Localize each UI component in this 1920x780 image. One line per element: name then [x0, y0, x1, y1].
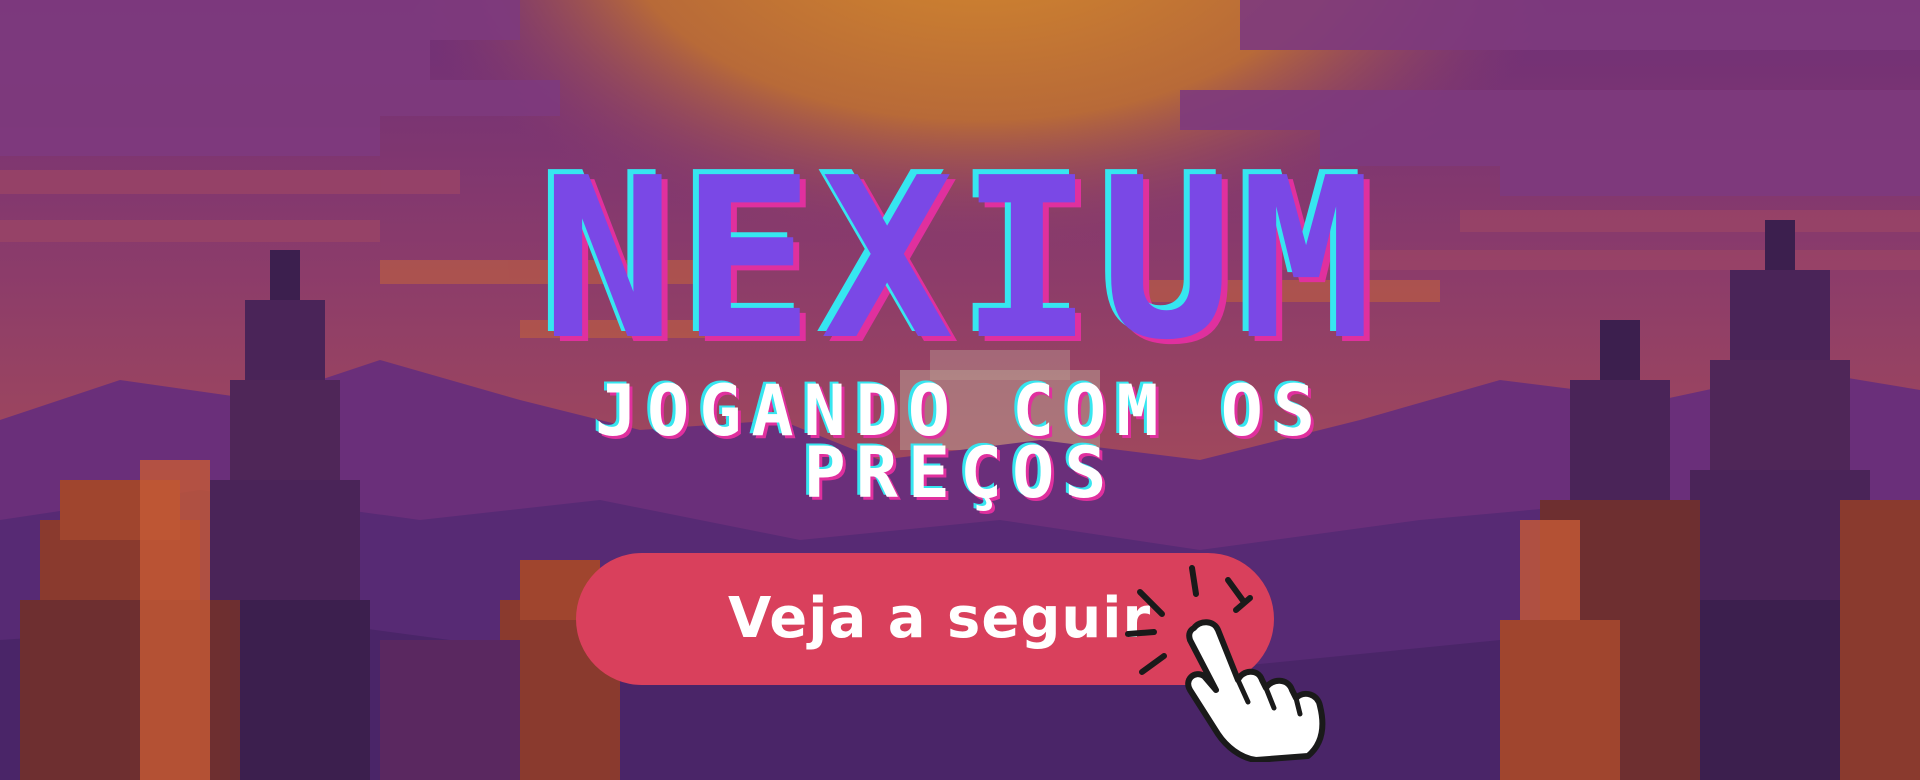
subtitle-line-2: PREÇOS	[803, 432, 1117, 514]
pointing-hand-icon	[1125, 565, 1326, 762]
hero-banner: NEXIUM JOGANDO COM OS PREÇOS Veja a segu…	[0, 0, 1920, 780]
see-more-button-label: Veja a seguir	[728, 586, 1152, 651]
brand-title: NEXIUM	[541, 131, 1379, 389]
